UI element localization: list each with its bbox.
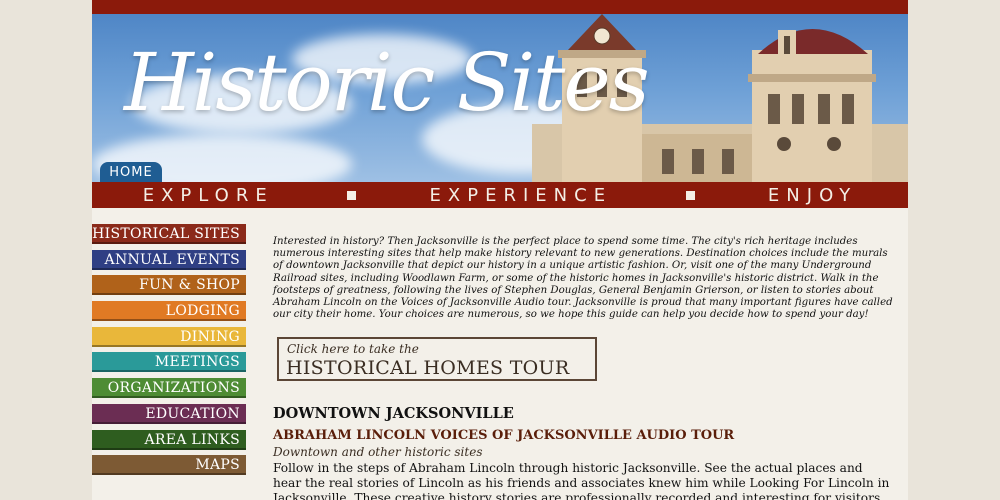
- site-title-logo: Historic Sites: [124, 36, 650, 129]
- tour-subcaption: Downtown and other historic sites: [273, 445, 483, 459]
- header-banner: Historic Sites: [92, 14, 908, 182]
- sidebar-nav: HISTORICAL SITES ANNUAL EVENTS FUN & SHO…: [92, 224, 246, 481]
- nav-item-dining[interactable]: DINING: [92, 326, 246, 347]
- tour-button-line1: Click here to take the: [287, 342, 419, 356]
- historical-homes-tour-button[interactable]: Click here to take the HISTORICAL HOMES …: [277, 337, 597, 381]
- nav-item-historical-sites[interactable]: HISTORICAL SITES: [92, 224, 246, 244]
- home-tab[interactable]: HOME: [100, 162, 162, 182]
- main-content: Interested in history? Then Jacksonville…: [273, 236, 893, 321]
- tour-subheading: ABRAHAM LINCOLN VOICES OF JACKSONVILLE A…: [273, 428, 735, 443]
- tagline-separator: [685, 190, 695, 200]
- intro-paragraph: Interested in history? Then Jacksonville…: [273, 236, 893, 321]
- nav-item-maps[interactable]: MAPS: [92, 455, 246, 476]
- tagline-experience: EXPERIENCE: [429, 184, 613, 206]
- tagline-explore: EXPLORE: [142, 184, 274, 206]
- nav-item-area-links[interactable]: AREA LINKS: [92, 429, 246, 450]
- section-heading: DOWNTOWN JACKSONVILLE: [273, 405, 514, 422]
- nav-item-fun-and-shop[interactable]: FUN & SHOP: [92, 275, 246, 296]
- top-bar: [92, 0, 908, 14]
- tour-description: Follow in the steps of Abraham Lincoln t…: [273, 461, 890, 500]
- nav-item-meetings[interactable]: MEETINGS: [92, 352, 246, 373]
- nav-item-lodging[interactable]: LODGING: [92, 301, 246, 322]
- nav-item-education[interactable]: EDUCATION: [92, 403, 246, 424]
- tagline-bar: EXPLORE EXPERIENCE ENJOY: [92, 182, 908, 208]
- page: Historic Sites HOME EXPLORE EXPERIENCE E…: [92, 0, 908, 500]
- nav-item-annual-events[interactable]: ANNUAL EVENTS: [92, 249, 246, 270]
- nav-item-organizations[interactable]: ORGANIZATIONS: [92, 378, 246, 399]
- tagline-enjoy: ENJOY: [767, 184, 858, 206]
- tagline-separator: [347, 190, 357, 200]
- tour-button-line2: HISTORICAL HOMES TOUR: [286, 357, 570, 379]
